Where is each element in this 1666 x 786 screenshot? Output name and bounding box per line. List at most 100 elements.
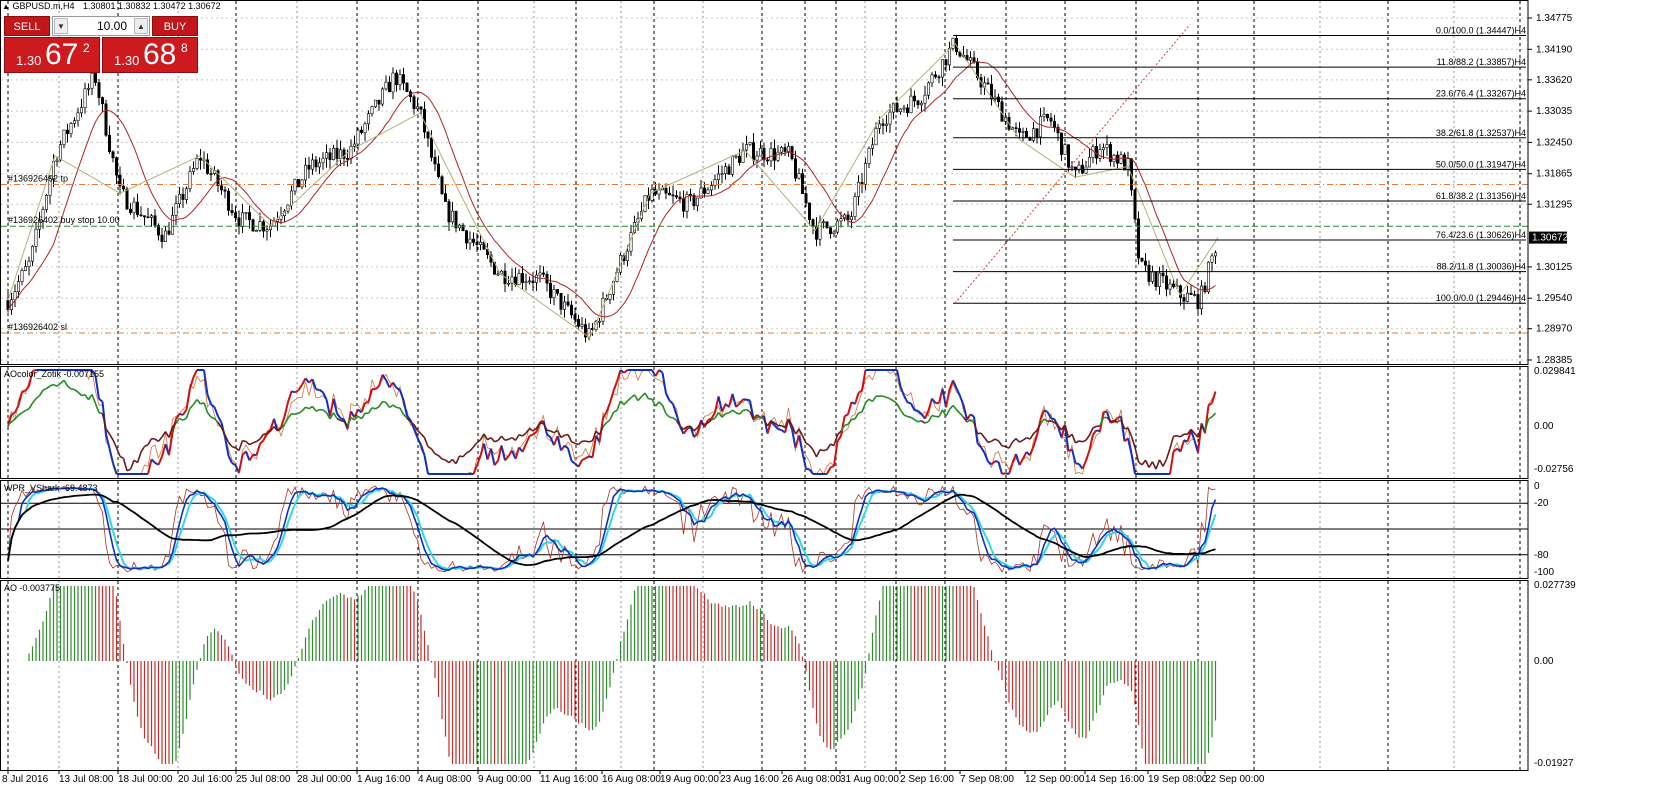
aocolor-fast-segment <box>777 428 782 431</box>
aocolor-slow-segment <box>31 398 37 404</box>
aocolor-fast-segment <box>210 403 216 408</box>
candle-body <box>324 152 328 159</box>
candle-body <box>1214 252 1218 257</box>
aocolor-slow-segment <box>945 409 951 417</box>
aocolor-slow-segment <box>487 436 492 441</box>
candle-body <box>97 82 101 98</box>
candle-body <box>349 145 353 160</box>
aocolor-slow-segment <box>49 383 54 387</box>
candle-body <box>1046 113 1050 119</box>
aocolor-slow-segment <box>157 436 163 442</box>
aocolor-slow-segment <box>823 448 828 452</box>
candle-body <box>541 272 545 275</box>
aocolor-fast-segment <box>504 455 510 462</box>
candle-body <box>338 149 342 159</box>
aocolor-slow-segment <box>192 399 198 405</box>
candle-body <box>916 100 920 106</box>
aocolor-fast-segment <box>997 461 1003 475</box>
candle-body <box>779 147 783 153</box>
aocolor-slow-segment <box>626 397 632 402</box>
sell-price-button[interactable]: 1.30 67 2 <box>4 37 100 73</box>
aocolor-fast-segment <box>808 468 814 475</box>
aocolor-slow-segment <box>609 411 615 421</box>
candle-body <box>328 152 332 160</box>
aocolor-slow-segment <box>983 437 989 443</box>
aocolor-slow-segment <box>815 449 821 458</box>
candle-body <box>34 228 38 247</box>
aocolor-slow-segment <box>210 416 215 420</box>
candle-body <box>769 148 773 162</box>
aocolor-slow-segment <box>1211 412 1217 418</box>
chart-canvas[interactable]: 1.34775 1.34190 1.33620 1.33035 1.32450 1.318… <box>0 0 1666 786</box>
aocolor-slow-segment <box>851 418 856 421</box>
candle-body <box>373 99 377 108</box>
aocolor-slow-segment <box>521 432 527 437</box>
chart-menu-icon[interactable]: ▲ <box>2 2 10 11</box>
candle-body <box>394 72 398 86</box>
candle-body <box>331 147 335 160</box>
candle-body <box>129 208 133 213</box>
aocolor-slow-segment <box>571 440 576 445</box>
price-axis-label: 1.28385 <box>1536 355 1573 366</box>
candle-body <box>1088 157 1092 168</box>
candle-body <box>174 203 178 216</box>
candle-body <box>765 159 769 162</box>
aocolor-slow-segment <box>389 404 394 409</box>
aocolor-fast-segment <box>231 462 237 466</box>
aocolor-slow-segment <box>1043 418 1048 422</box>
aocolor-slow-segment <box>301 406 307 412</box>
candle-body <box>580 324 584 327</box>
aocolor-slow-segment <box>472 442 478 448</box>
candle-body <box>517 273 521 286</box>
aocolor-slow-segment <box>914 418 919 423</box>
aocolor-slow-segment <box>539 421 544 425</box>
aocolor-slow-segment <box>1169 435 1175 449</box>
aocolor-slow-segment <box>434 453 439 457</box>
candle-body <box>912 95 916 102</box>
candle-body <box>384 81 388 90</box>
aocolor-fast-segment <box>570 460 576 465</box>
buy-price-button[interactable]: 1.30 68 8 <box>102 37 198 73</box>
aocolor-slow-segment <box>63 379 69 387</box>
lot-increase-button[interactable]: ▲ <box>134 18 148 34</box>
buy-button[interactable]: BUY <box>152 16 198 36</box>
lot-size-input[interactable]: ▼ 10.00 ▲ <box>52 16 150 36</box>
ao-axis-label: 0.00 <box>1534 656 1554 667</box>
candle-body <box>167 230 171 235</box>
aocolor-slow-segment <box>245 441 251 446</box>
aocolor-fast-segment <box>1075 462 1080 466</box>
aocolor-slow-segment <box>21 409 26 414</box>
lot-value[interactable]: 10.00 <box>69 17 133 35</box>
aocolor-slow-segment <box>1208 416 1213 420</box>
aocolor-slow-segment <box>437 455 443 460</box>
aocolor-slow-segment <box>1050 420 1055 424</box>
lot-decrease-button[interactable]: ▼ <box>54 18 68 34</box>
aocolor-slow-segment <box>25 407 30 412</box>
candle-body <box>562 301 566 310</box>
aocolor-slow-segment <box>644 392 650 400</box>
aocolor-indicator-panel <box>7 368 1217 475</box>
candle-body <box>1158 272 1162 288</box>
time-axis-label: 8 Jul 2016 <box>2 774 49 785</box>
aocolor-fast-segment <box>987 460 993 466</box>
wpr-label: WPR_VShark -69.4873 <box>4 483 98 493</box>
aocolor-slow-segment <box>28 402 34 410</box>
candle-body <box>433 156 437 165</box>
candle-body <box>83 88 87 108</box>
candle-body <box>258 221 262 231</box>
fib-level-label: 76.4/23.6 (1.30626)H4 <box>1436 230 1526 240</box>
buy-stop-label: #136926402 buy stop 10.00 <box>8 215 120 225</box>
candle-body <box>73 120 77 124</box>
aocolor-slow-segment <box>77 391 83 397</box>
aocolor-slow-segment <box>903 414 908 418</box>
main-price-chart[interactable] <box>1 24 1528 343</box>
price-axis-label: 1.34775 <box>1536 13 1573 24</box>
fib-level-label: 88.2/11.8 (1.30036)H4 <box>1437 262 1526 272</box>
aocolor-slow-segment <box>924 420 929 424</box>
wpr-axis-label: -20 <box>1534 498 1549 509</box>
candle-body <box>531 280 535 283</box>
aocolor-axis-label: 0.00 <box>1534 421 1554 432</box>
aocolor-slow-segment <box>385 401 391 408</box>
aocolor-slow-segment <box>392 404 397 409</box>
sell-button[interactable]: SELL <box>4 16 50 36</box>
